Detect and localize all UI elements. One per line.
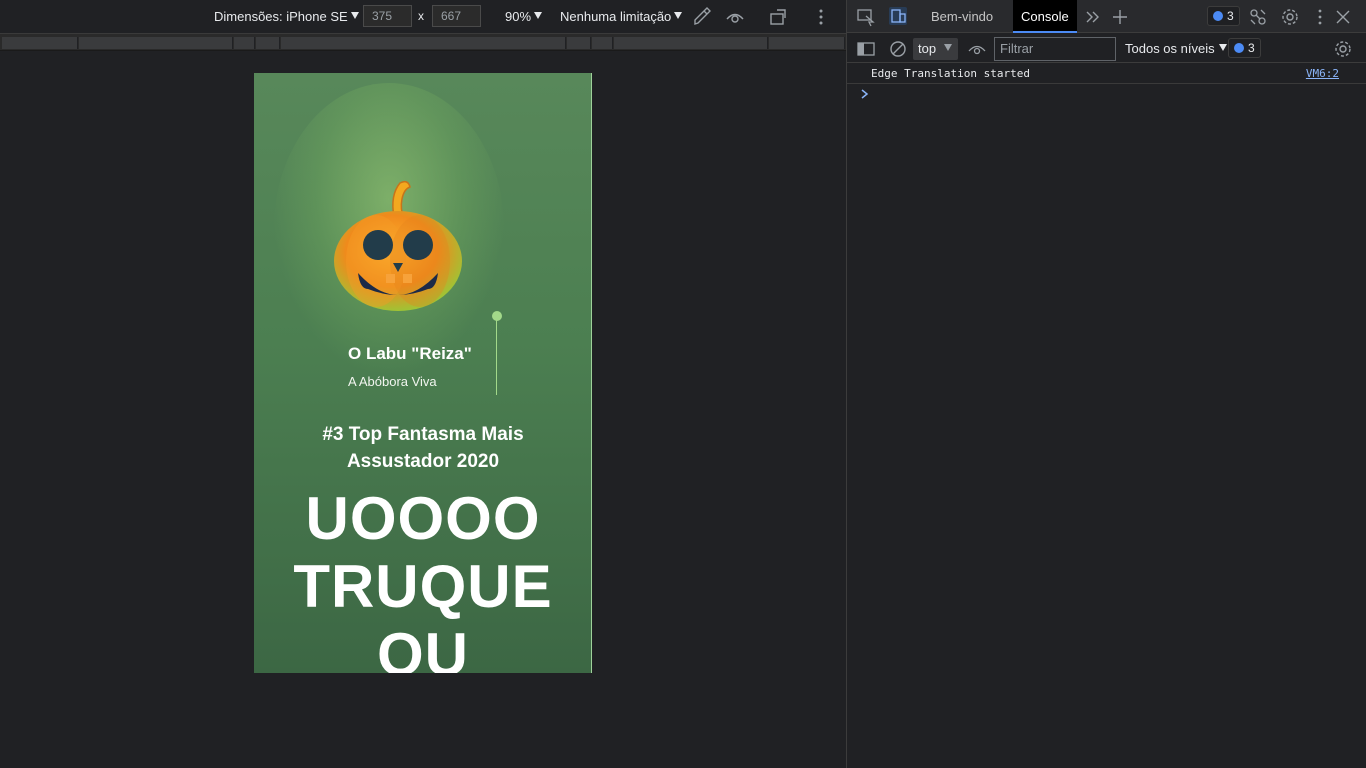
chevron-down-icon <box>350 12 359 19</box>
sidebar-toggle-icon[interactable] <box>856 39 876 59</box>
issues-badge[interactable]: 3 <box>1207 6 1240 26</box>
device-dimensions-label: Dimensões: iPhone SE <box>214 9 348 24</box>
ruler-segment[interactable] <box>234 37 255 49</box>
zoom-dropdown[interactable]: 90% <box>505 0 543 33</box>
headline-line: OU <box>377 621 469 673</box>
chevron-down-icon <box>674 12 683 19</box>
headline-line: TRUQUE <box>293 553 553 620</box>
console-message-text: Edge Translation started <box>871 67 1030 80</box>
height-input[interactable]: 667 <box>432 5 481 27</box>
console-issues-count: 3 <box>1248 41 1255 55</box>
device-toolbar-toggle-icon[interactable] <box>888 6 908 26</box>
media-query-ruler <box>0 33 846 51</box>
tab-console[interactable]: Console <box>1013 0 1077 33</box>
console-issues-badge[interactable]: 3 <box>1228 38 1261 58</box>
ruler-segment[interactable] <box>592 37 613 49</box>
log-levels-dropdown[interactable]: Todos os níveis <box>1125 34 1227 63</box>
chevron-down-icon <box>944 44 953 51</box>
times-sign: x <box>418 9 424 23</box>
character-subtitle: A Abóbora Viva <box>348 374 437 389</box>
chevron-down-icon <box>1218 44 1227 51</box>
console-message-source-link[interactable]: VM6:2 <box>1306 67 1339 80</box>
close-icon[interactable] <box>1333 7 1353 27</box>
ruler-segment[interactable] <box>2 37 78 49</box>
ruler-segment[interactable] <box>256 37 280 49</box>
settings-gear-icon[interactable] <box>1280 7 1300 27</box>
rotate-device-icon[interactable] <box>768 6 790 28</box>
character-name: O Labu "Reiza" <box>348 344 472 363</box>
ruler-segment[interactable] <box>79 37 233 49</box>
console-prompt-chevron-icon[interactable] <box>859 87 871 101</box>
rank-text: #3 Top Fantasma Mais Assustador 2020 <box>322 424 524 472</box>
throttling-dropdown[interactable]: Nenhuma limitação <box>560 0 683 33</box>
more-options-icon[interactable] <box>1310 7 1330 27</box>
context-label: top <box>918 41 937 56</box>
devtools-tabbar: Bem-vindo Console 3 <box>847 0 1366 33</box>
chevron-down-icon <box>534 12 543 19</box>
network-conditions-icon[interactable] <box>1248 7 1268 27</box>
device-dimensions-dropdown[interactable]: Dimensões: iPhone SE <box>214 0 359 33</box>
width-input[interactable]: 375 <box>363 5 412 27</box>
filter-input[interactable]: Filtrar <box>994 37 1116 61</box>
console-toolbar: top Filtrar Todos os níveis 3 <box>847 34 1366 63</box>
more-options-icon[interactable] <box>810 6 832 28</box>
issues-count: 3 <box>1227 9 1234 23</box>
throttling-label: Nenhuma limitação <box>560 9 672 24</box>
ruler-segment[interactable] <box>567 37 591 49</box>
clear-console-icon[interactable] <box>888 39 908 59</box>
emulated-page-viewport[interactable]: O Labu "Reiza" A Abóbora Viva #3 Top Fan… <box>254 73 592 673</box>
live-expression-eye-icon[interactable] <box>967 39 987 59</box>
rank-heading: #3 Top Fantasma Mais Assustador 2020 <box>254 421 591 475</box>
zoom-label: 90% <box>505 9 532 24</box>
sensor-pen-icon[interactable] <box>690 6 712 28</box>
ruler-segment[interactable] <box>769 37 845 49</box>
console-message-row: Edge Translation started VM6:2 <box>847 64 1366 84</box>
ruler-segment[interactable] <box>281 37 566 49</box>
device-emulation-pane: Dimensões: iPhone SE 375 x 667 90% Nenhu… <box>0 0 846 768</box>
devtools-panel: Bem-vindo Console 3 top Filtrar Todos os… <box>846 0 1366 768</box>
headline: UOOOO TRUQUE OU <box>254 485 591 673</box>
tab-welcome[interactable]: Bem-vindo <box>923 0 1001 33</box>
headline-line: UOOOO <box>305 485 541 552</box>
message-bubble-icon <box>1234 43 1244 53</box>
log-levels-label: Todos os níveis <box>1125 41 1215 56</box>
timeline-line <box>496 317 497 395</box>
console-settings-gear-icon[interactable] <box>1333 39 1353 59</box>
timeline-dot <box>492 311 502 321</box>
more-tabs-icon[interactable] <box>1083 7 1103 27</box>
ruler-segment[interactable] <box>614 37 768 49</box>
eye-icon[interactable] <box>724 6 746 28</box>
inspect-element-icon[interactable] <box>856 7 876 27</box>
add-tab-icon[interactable] <box>1110 7 1130 27</box>
device-toolbar: Dimensões: iPhone SE 375 x 667 90% Nenhu… <box>0 0 846 33</box>
context-select[interactable]: top <box>913 38 958 60</box>
pumpkin-icon <box>334 180 462 311</box>
message-bubble-icon <box>1213 11 1223 21</box>
